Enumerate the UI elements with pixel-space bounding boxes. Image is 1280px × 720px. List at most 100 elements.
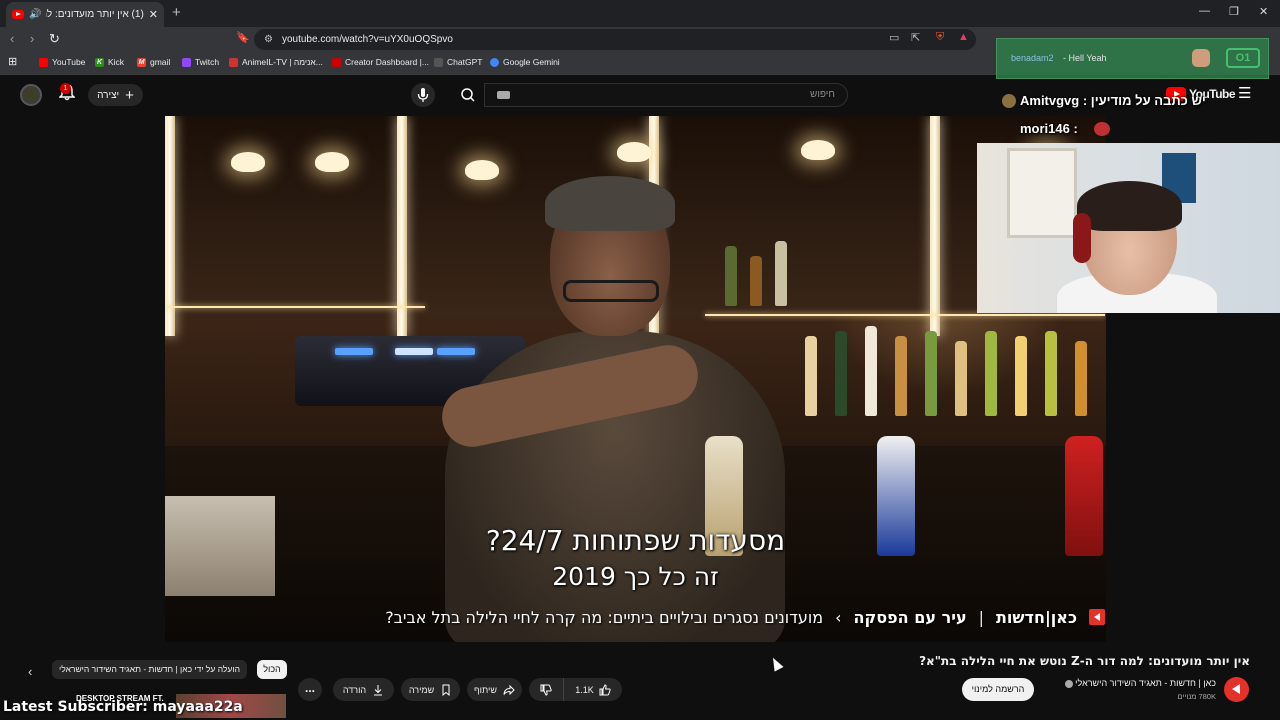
ticker-headline: מועדונים נסגרים ובילויים ביתיים: מה קרה … <box>385 607 824 627</box>
ticker-brand: כאן|חדשות <box>996 607 1077 627</box>
speaker-icon[interactable]: 🔊 <box>29 9 41 20</box>
bookmark-kick[interactable]: K Kick <box>95 57 124 67</box>
search-input[interactable]: חיפוש <box>484 83 848 107</box>
video-scene-light <box>397 116 407 336</box>
share-button[interactable]: שיתוף <box>467 678 522 701</box>
bookmark-star-icon[interactable]: 🔖 <box>236 31 250 44</box>
address-bar[interactable]: ⚙ youtube.com/watch?v=uYX0uOQSpvo <box>254 29 976 50</box>
alert-counter: O1 <box>1226 48 1260 68</box>
creator-dashboard-icon <box>332 57 341 67</box>
back-icon[interactable]: ‹ <box>10 31 14 46</box>
video-scene-light <box>165 116 175 336</box>
youtube-favicon-icon <box>12 10 24 19</box>
reload-icon[interactable]: ↻ <box>49 31 60 47</box>
dislike-button[interactable] <box>529 678 564 701</box>
channel-name[interactable]: כאן | חדשות - תאגיד השידור הישראלי <box>1063 678 1216 688</box>
video-scene-glasses <box>563 280 659 302</box>
cast-icon[interactable]: ▭ <box>889 31 899 44</box>
chatgpt-icon <box>434 57 443 67</box>
mouse-cursor-icon <box>768 655 784 672</box>
keyboard-icon[interactable] <box>497 91 510 99</box>
apps-grid-icon[interactable]: ⊞ <box>8 55 17 68</box>
like-button[interactable]: 1.1K <box>564 678 622 701</box>
bookmark-animeil[interactable]: AnimeIL-TV | אנימה... <box>229 57 323 67</box>
kick-icon: K <box>95 57 104 67</box>
subscribe-button[interactable]: הרשמה למינוי <box>962 678 1034 701</box>
ticker-section: עיר עם הפסקה <box>853 607 967 627</box>
chip-all[interactable]: הכול <box>257 660 287 679</box>
video-scene-lamp <box>465 160 499 180</box>
bookmark-label: Creator Dashboard |... <box>345 57 429 67</box>
twitch-icon <box>182 57 191 67</box>
video-scene-bottle <box>925 331 937 416</box>
video-scene-bottle <box>1045 331 1057 416</box>
download-icon <box>374 684 383 695</box>
chat-user-avatar <box>1002 94 1016 108</box>
rewards-icon[interactable]: ▲ <box>958 31 969 43</box>
chat-message: יש כתבה על מודיעין : Amitvgvg <box>1020 93 1206 108</box>
streamer-webcam <box>977 143 1280 313</box>
ticker-separator: | <box>978 607 984 627</box>
video-scene-bottle <box>985 331 997 416</box>
account-avatar[interactable] <box>20 84 42 106</box>
download-label: הורדה <box>342 684 367 695</box>
video-scene-bottle <box>750 256 762 306</box>
webcam-hair <box>1077 181 1182 231</box>
search-button[interactable] <box>452 83 484 107</box>
voice-search-button[interactable] <box>411 83 435 107</box>
bookmark-label: AnimeIL-TV | אנימה... <box>242 57 323 67</box>
alert-message: - Hell Yeah <box>1063 53 1107 63</box>
tab-close-icon[interactable]: ✕ <box>149 8 158 21</box>
restore-icon[interactable]: ❐ <box>1229 5 1239 18</box>
bookmark-twitch[interactable]: Twitch <box>182 57 219 67</box>
bookmark-label: Twitch <box>195 57 220 67</box>
guide-menu-icon[interactable]: ☰ <box>1238 86 1251 101</box>
bookmark-creator-dashboard[interactable]: Creator Dashboard |... <box>332 57 429 67</box>
share-label: שיתוף <box>474 684 497 695</box>
bookmark-chatgpt[interactable]: ChatGPT <box>434 57 482 67</box>
more-actions-button[interactable]: ... <box>298 678 322 701</box>
bookmark-label: YouTube <box>52 57 86 67</box>
video-scene-bottle <box>1015 336 1027 416</box>
video-scene-bottle <box>805 336 817 416</box>
site-info-icon[interactable]: ⚙ <box>264 34 273 45</box>
animeil-icon <box>229 57 238 67</box>
plus-icon: + <box>125 86 134 104</box>
minimize-icon[interactable]: — <box>1199 5 1210 17</box>
new-tab-button[interactable]: + <box>172 4 181 21</box>
bookmark-youtube[interactable]: YouTube <box>39 57 85 67</box>
window-close-icon[interactable]: ✕ <box>1259 5 1268 18</box>
alert-username: benadam2 <box>1011 53 1054 63</box>
video-scene-bottle <box>725 246 737 306</box>
save-button[interactable]: שמירה <box>401 678 460 701</box>
webcam-window <box>1007 148 1077 238</box>
download-button[interactable]: הורדה <box>333 678 394 701</box>
brave-shield-icon[interactable]: ⛨ <box>936 31 944 44</box>
screen: 🔊 (1) אין יותר מועדונים: למה דור ✕ + — ❐… <box>0 0 1280 720</box>
video-player[interactable]: מסעדות שפתוחות 24/7? זה כל כך 2019 כאן|ח… <box>165 116 1106 642</box>
microphone-icon <box>417 88 429 102</box>
ticker-arrow: › <box>835 607 842 627</box>
browser-tab[interactable]: 🔊 (1) אין יותר מועדונים: למה דור ✕ <box>6 2 164 27</box>
video-scene-bottle <box>895 336 907 416</box>
video-scene-led <box>395 348 433 355</box>
video-scene-bottle <box>775 241 787 306</box>
bookmark-gmail[interactable]: Mgmail <box>137 57 170 67</box>
share-page-icon[interactable]: ⇱ <box>911 31 920 44</box>
video-scene-bottle <box>1075 341 1087 416</box>
thumbs-down-icon <box>540 684 552 696</box>
youtube-icon <box>39 57 48 67</box>
forward-icon[interactable]: › <box>30 31 34 46</box>
create-button[interactable]: יצירה + <box>88 84 143 106</box>
chip-uploaded-by[interactable]: הועלה על ידי כאן | חדשות - תאגיד השידור … <box>52 660 247 679</box>
subscriber-count: 780K מנויים <box>1177 692 1216 701</box>
chat-message: mori146 : <box>1020 121 1078 136</box>
bookmark-gemini[interactable]: Google Gemini <box>490 57 560 67</box>
video-scene-bottle <box>865 326 877 416</box>
tab-title: (1) אין יותר מועדונים: למה דור <box>46 9 144 20</box>
channel-avatar[interactable] <box>1224 677 1249 702</box>
webcam-headset <box>1073 213 1091 263</box>
chevron-left-icon[interactable]: ‹ <box>28 664 32 679</box>
video-scene-lamp <box>801 140 835 160</box>
kan-logo-icon <box>1089 609 1105 625</box>
